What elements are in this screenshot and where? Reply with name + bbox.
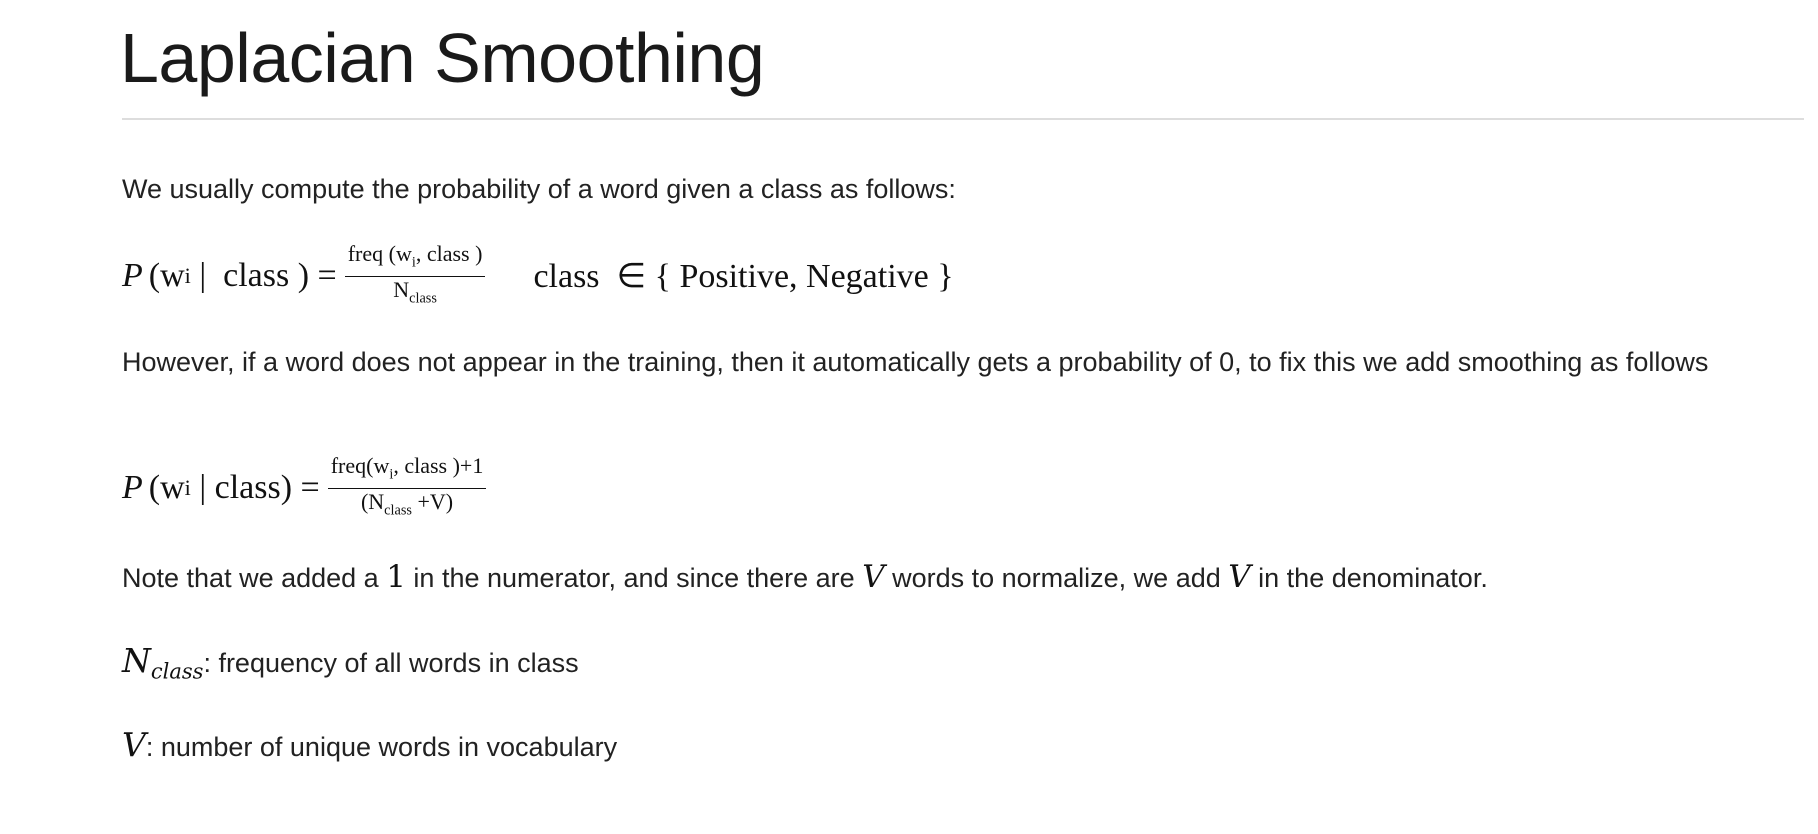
denominator: (N [360,488,385,514]
math-p: P [122,469,143,506]
denominator-sub: class [384,501,412,518]
smoothing-paragraph: However, if a word does not appear in th… [122,347,1709,377]
math-n: N [122,641,151,680]
denominator-sub: class [409,289,437,306]
numerator: freq (w [347,241,412,267]
page-title: Laplacian Smoothing [120,19,765,97]
math-one: 1 [386,559,406,595]
math-v: V [862,559,885,595]
note-text: words to normalize, we add [884,563,1229,593]
denominator-rest: +V) [411,488,454,514]
intro-paragraph: We usually compute the probability of a … [122,174,956,204]
math-args: (w [148,469,185,506]
probability-formula: P (w i | class ) = freq (wi, class ) Ncla… [122,242,954,306]
numerator-rest: , class ) [415,241,483,267]
title-divider [122,118,1804,120]
note-paragraph: Note that we added a 1 in the numerator,… [122,556,1488,599]
numerator: freq(w [330,453,390,479]
n-class-definition: Nclass: frequency of all words in class [122,640,579,692]
class-set: class ∈ { Positive, Negative } [533,258,954,295]
math-v: V [1228,559,1251,595]
note-text: Note that we added a [122,563,387,593]
note-text: in the numerator, and since there are [405,563,863,593]
fraction: freq(wi, class )+1 (Nclass +V) [327,453,487,522]
fraction: freq (wi, class ) Nclass [344,241,486,310]
denominator: N [393,276,410,302]
v-definition: V: number of unique words in vocabulary [122,724,617,768]
math-n-sub: class [150,659,204,684]
note-text: in the denominator. [1250,563,1488,593]
math-args: (w [148,257,185,294]
math-v: V [122,725,146,764]
definition-text: : number of unique words in vocabulary [145,732,618,762]
definition-text: : frequency of all words in class [203,648,579,678]
math-rest: | class) = [190,469,320,506]
math-rest: | class ) = [190,257,337,294]
math-p: P [122,257,143,294]
smoothed-formula: P (w i | class) = freq(wi, class )+1 (Ncl… [122,454,494,518]
numerator-rest: , class )+1 [393,453,484,479]
